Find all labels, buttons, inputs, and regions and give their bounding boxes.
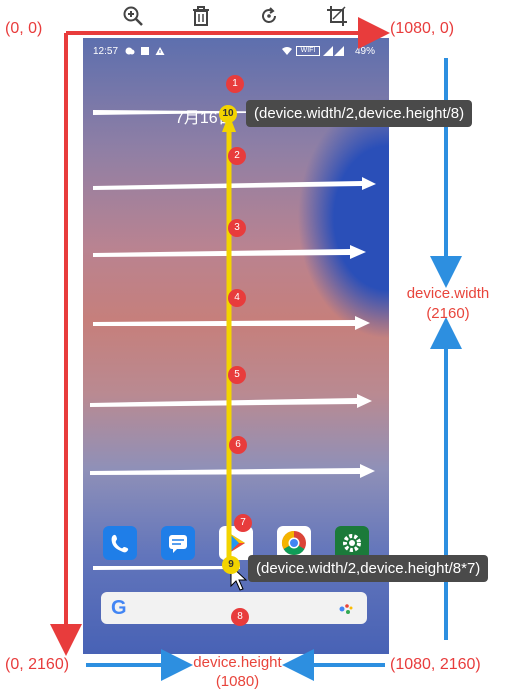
trash-icon[interactable] bbox=[189, 4, 213, 28]
status-time: 12:57 bbox=[93, 46, 119, 57]
marker-4: 4 bbox=[228, 289, 246, 307]
play-store-app-icon[interactable] bbox=[219, 526, 253, 560]
tooltip-bottom-point: (device.width/2,device.height/8*7) bbox=[248, 555, 489, 582]
wifi-icon bbox=[282, 46, 292, 56]
marker-6: 6 bbox=[229, 436, 247, 454]
network-type-badge: WIFI bbox=[296, 46, 320, 56]
signal-icon-2 bbox=[334, 46, 344, 56]
marker-8: 8 bbox=[231, 608, 249, 626]
marker-3: 3 bbox=[228, 219, 246, 237]
app-notification-icon bbox=[140, 46, 150, 56]
battery-percent: 49% bbox=[354, 46, 375, 57]
phone-app-icon[interactable] bbox=[103, 526, 137, 560]
messages-app-icon[interactable] bbox=[161, 526, 195, 560]
assistant-icon[interactable] bbox=[339, 603, 355, 615]
label-bottom-right: (1080, 2160) bbox=[390, 656, 481, 673]
chat-notification-icon bbox=[125, 46, 135, 56]
marker-10: 10 bbox=[219, 105, 237, 123]
warning-icon bbox=[155, 46, 165, 56]
google-g-icon: G bbox=[111, 597, 127, 619]
marker-2: 2 bbox=[228, 147, 246, 165]
label-device-height-value: (1080) bbox=[215, 673, 260, 690]
tooltip-top-point: (device.width/2,device.height/8) bbox=[246, 100, 473, 127]
crop-icon[interactable] bbox=[325, 4, 349, 28]
marker-5: 5 bbox=[228, 366, 246, 384]
signal-icon bbox=[323, 46, 333, 56]
label-device-width: device.width bbox=[406, 285, 490, 302]
status-bar: 12:57 WIFI 49% bbox=[83, 38, 389, 66]
label-top-right: (1080, 0) bbox=[390, 20, 455, 37]
label-top-left: (0, 0) bbox=[5, 20, 43, 37]
marker-7: 7 bbox=[234, 514, 252, 532]
label-device-height: device.height bbox=[193, 654, 282, 671]
rotate-icon[interactable] bbox=[257, 4, 281, 28]
marker-9: 9 bbox=[222, 556, 240, 574]
marker-1: 1 bbox=[226, 75, 244, 93]
label-bottom-left: (0, 2160) bbox=[5, 656, 70, 673]
label-device-width-value: (2160) bbox=[426, 305, 470, 322]
zoom-in-icon[interactable] bbox=[121, 4, 145, 28]
